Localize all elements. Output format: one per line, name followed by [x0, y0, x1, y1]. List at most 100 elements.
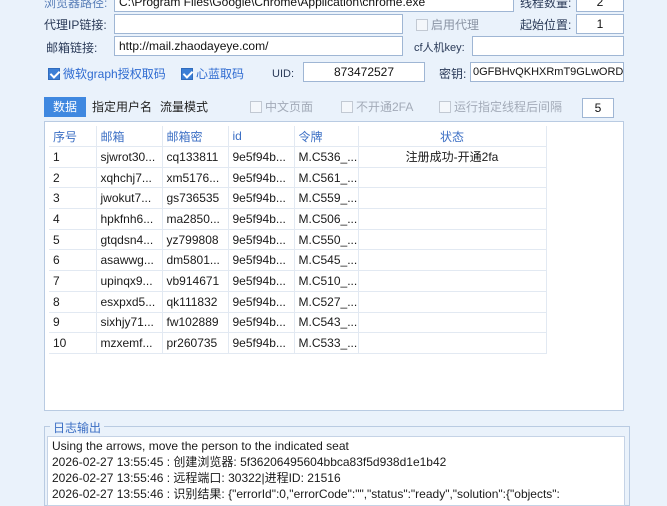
table-row[interactable]: 7 upinqx9... vb914671 9e5f94b... M.C510_...: [49, 270, 547, 292]
cell-token: M.C550_...: [294, 229, 359, 251]
column-header-email[interactable]: 邮箱: [96, 126, 163, 147]
cell-email-password: vb914671: [162, 270, 229, 292]
log-output[interactable]: Using the arrows, move the person to the…: [47, 436, 625, 506]
cell-token: M.C536_...: [294, 146, 359, 168]
cell-status: [358, 249, 547, 272]
table-row[interactable]: 6 asawwg... dm5801... 9e5f94b... M.C545_...: [49, 249, 547, 272]
log-line: 2026-02-27 13:55:45 : 创建浏览器: 5f362064956…: [52, 455, 447, 469]
thread-count-input[interactable]: 2: [576, 0, 624, 12]
cell-token: M.C527_...: [294, 291, 359, 313]
start-position-input[interactable]: 1: [576, 14, 624, 34]
cell-status: [358, 229, 547, 251]
cell-id: 9e5f94b...: [228, 187, 295, 210]
cell-email-password: fw102889: [162, 312, 229, 334]
column-header-id[interactable]: id: [228, 126, 295, 147]
cell-email-password: pr260735: [162, 332, 229, 354]
uid-input[interactable]: 873472527: [303, 62, 425, 82]
table-row[interactable]: 10 mzxemf... pr260735 9e5f94b... M.C533_...: [49, 332, 547, 354]
cell-email-password: xm5176...: [162, 167, 229, 189]
table-row[interactable]: 4 hpkfnh6... ma2850... 9e5f94b... M.C506_...: [49, 208, 547, 230]
xinlan-checkbox[interactable]: [181, 68, 193, 80]
cell-id: 9e5f94b...: [228, 291, 295, 313]
cell-id: 9e5f94b...: [228, 229, 295, 251]
cell-email: gtqdsn4...: [96, 229, 163, 251]
cell-email: jwokut7...: [96, 187, 163, 210]
cell-token: M.C543_...: [294, 312, 359, 334]
proxy-link-input[interactable]: [114, 14, 403, 34]
cf-key-input[interactable]: [472, 36, 624, 56]
table-row[interactable]: 1 sjwrot30... cq133811 9e5f94b... M.C536_...…: [49, 146, 547, 168]
column-header-token[interactable]: 令牌: [294, 126, 359, 147]
table-row[interactable]: 3 jwokut7... gs736535 9e5f94b... M.C559_...: [49, 187, 547, 210]
cell-email: sixhjy71...: [96, 312, 163, 334]
cell-email-password: dm5801...: [162, 249, 229, 272]
run-after-interval-input[interactable]: 5: [582, 98, 614, 118]
no-2fa-checkbox[interactable]: [341, 101, 353, 113]
column-header-email-password[interactable]: 邮箱密: [162, 126, 229, 147]
table-row[interactable]: 5 gtqdsn4... yz799808 9e5f94b... M.C550_...: [49, 229, 547, 251]
chinese-page-label: 中文页面: [265, 100, 314, 114]
proxy-link-label: 代理IP链接:: [44, 18, 107, 32]
secret-label: 密钥:: [439, 67, 467, 81]
enable-proxy-label: 启用代理: [431, 18, 480, 32]
cell-status: [358, 270, 547, 292]
start-position-label: 起始位置:: [520, 18, 572, 32]
cell-id: 9e5f94b...: [228, 270, 295, 292]
cell-id: 9e5f94b...: [228, 312, 295, 334]
xinlan-label: 心蓝取码: [196, 67, 245, 81]
run-after-interval-checkbox[interactable]: [439, 101, 451, 113]
cell-id: 9e5f94b...: [228, 167, 295, 189]
browser-path-input[interactable]: C:\Program Files\Google\Chrome\Applicati…: [114, 0, 514, 12]
tab-traffic-mode[interactable]: 流量模式: [154, 97, 214, 117]
table-row[interactable]: 8 esxpxd5... qk111832 9e5f94b... M.C527_...: [49, 291, 547, 313]
tab-data[interactable]: 数据: [44, 97, 86, 117]
cell-email-password: ma2850...: [162, 208, 229, 230]
column-header-status[interactable]: 状态: [358, 126, 547, 147]
enable-proxy-checkbox[interactable]: [416, 19, 428, 31]
cell-id: 9e5f94b...: [228, 146, 295, 168]
browser-path-label: 浏览器路径:: [44, 0, 108, 10]
cell-token: M.C533_...: [294, 332, 359, 354]
cell-status: [358, 208, 547, 230]
cell-status: [358, 332, 547, 354]
cell-email: sjwrot30...: [96, 146, 163, 168]
ms-graph-checkbox[interactable]: [48, 68, 60, 80]
ms-graph-label: 微软graph授权取码: [63, 67, 166, 81]
cell-index: 5: [49, 229, 97, 251]
cell-index: 6: [49, 249, 97, 272]
cf-key-label: cf人机key:: [414, 42, 465, 54]
table-row[interactable]: 2 xqhchj7... xm5176... 9e5f94b... M.C561_...: [49, 167, 547, 189]
run-after-interval-label: 运行指定线程后间隔: [454, 100, 563, 114]
no-2fa-label: 不开通2FA: [356, 100, 414, 114]
mail-link-input[interactable]: http://mail.zhaodayeye.com/: [114, 36, 403, 56]
cell-index: 3: [49, 187, 97, 210]
cell-index: 8: [49, 291, 97, 313]
cell-status: 注册成功-开通2fa: [358, 146, 547, 168]
cell-token: M.C561_...: [294, 167, 359, 189]
cell-token: M.C506_...: [294, 208, 359, 230]
table-row[interactable]: 9 sixhjy71... fw102889 9e5f94b... M.C543_...: [49, 312, 547, 334]
uid-label: UID:: [272, 68, 294, 80]
cell-status: [358, 167, 547, 189]
cell-email-password: cq133811: [162, 146, 229, 168]
cell-email-password: yz799808: [162, 229, 229, 251]
secret-input[interactable]: 0GFBHvQKHXRmT9GLwORD: [470, 62, 624, 82]
cell-status: [358, 291, 547, 313]
log-line: Using the arrows, move the person to the…: [52, 439, 349, 453]
thread-count-label: 线程数量:: [520, 0, 572, 10]
tab-specified-username[interactable]: 指定用户名: [86, 97, 158, 117]
cell-status: [358, 312, 547, 334]
log-title: 日志输出: [50, 419, 105, 436]
cell-email-password: gs736535: [162, 187, 229, 210]
chinese-page-checkbox[interactable]: [250, 101, 262, 113]
cell-token: M.C510_...: [294, 270, 359, 292]
log-line: 2026-02-27 13:55:46 : 远程端口: 30322|进程ID: …: [52, 471, 341, 485]
table-header-row: 序号 邮箱 邮箱密 id 令牌 状态: [49, 126, 547, 147]
cell-index: 1: [49, 146, 97, 168]
cell-index: 9: [49, 312, 97, 334]
cell-email: hpkfnh6...: [96, 208, 163, 230]
column-header-index[interactable]: 序号: [49, 126, 97, 147]
cell-id: 9e5f94b...: [228, 249, 295, 272]
cell-status: [358, 187, 547, 210]
cell-index: 7: [49, 270, 97, 292]
